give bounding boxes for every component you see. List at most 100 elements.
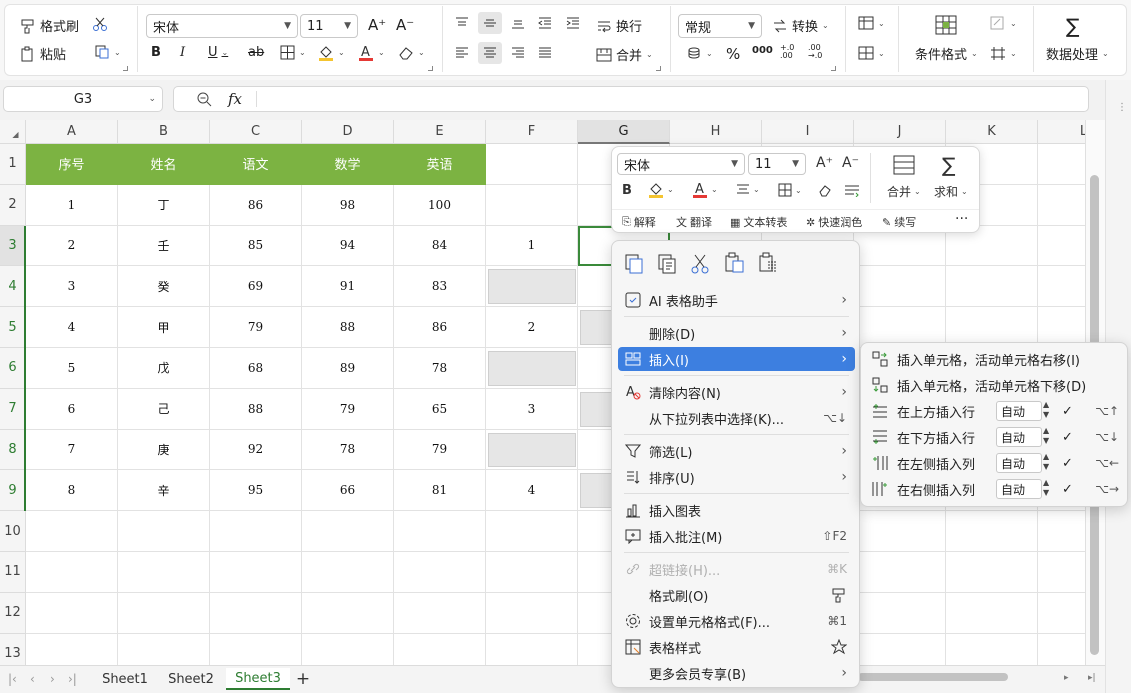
cell-f7[interactable]: 3 xyxy=(486,388,578,430)
gray-placeholder-box[interactable] xyxy=(488,351,576,386)
text-to-table-button[interactable]: ▦ 文本转表 xyxy=(730,214,787,230)
font-expand-icon[interactable] xyxy=(428,66,433,71)
cell[interactable] xyxy=(1038,144,1085,185)
italic-button[interactable]: I xyxy=(180,45,185,60)
quick-polish-button[interactable]: ✲ 快速润色 xyxy=(806,214,862,230)
cell[interactable] xyxy=(210,552,302,593)
cell[interactable] xyxy=(1038,185,1085,226)
cell[interactable] xyxy=(302,552,394,593)
mini-font-name-select[interactable]: 宋体 ▼ xyxy=(617,153,745,175)
col-right-confirm-button[interactable]: ✓ xyxy=(1062,482,1073,497)
row-header-8[interactable]: 8 xyxy=(0,429,26,471)
continue-write-button[interactable]: ✎ 续写 xyxy=(882,214,916,230)
col-right-stepper[interactable]: ▲ ▼ xyxy=(1043,478,1049,498)
row-header-7[interactable]: 7 xyxy=(0,388,26,430)
cell[interactable] xyxy=(210,511,302,552)
merge-button[interactable]: 合并 ⌄ xyxy=(596,45,653,64)
menu-item-sort[interactable]: 排序(U) › xyxy=(618,465,855,489)
align-middle-button[interactable] xyxy=(478,12,502,34)
table-cell[interactable]: 4 xyxy=(26,307,118,348)
menu-item-insert-comment[interactable]: 插入批注(M) ⇧F2 xyxy=(618,524,855,548)
decrease-indent-button[interactable] xyxy=(537,16,553,30)
mini-increase-font-button[interactable]: A⁺ xyxy=(816,155,833,171)
table-cell[interactable]: 91 xyxy=(302,266,394,308)
table-cell[interactable]: 81 xyxy=(394,470,486,512)
sheet-tab-sheet3[interactable]: Sheet3 xyxy=(226,668,290,690)
table-cell[interactable]: 86 xyxy=(394,307,486,348)
thousands-button[interactable]: 000 xyxy=(752,45,773,56)
row-header-6[interactable]: 6 xyxy=(0,348,26,389)
zoom-icon[interactable] xyxy=(196,91,212,107)
cell[interactable] xyxy=(394,511,486,552)
cell[interactable] xyxy=(26,592,118,634)
first-sheet-icon[interactable]: |‹ xyxy=(8,672,17,686)
mini-fill-color-button[interactable]: ⌄ xyxy=(648,181,674,198)
row-below-count-input[interactable]: 自动 xyxy=(996,427,1042,447)
worksheet-button[interactable]: ⌄ xyxy=(858,46,885,60)
menu-item-format-painter[interactable]: 格式刷(O) xyxy=(618,583,855,607)
row-above-stepper[interactable]: ▲ ▼ xyxy=(1043,400,1049,420)
table-cell[interactable]: 79 xyxy=(210,307,302,348)
col-left-confirm-button[interactable]: ✓ xyxy=(1062,456,1073,471)
table-cell[interactable]: 88 xyxy=(210,388,302,430)
row-header-1[interactable]: 1 xyxy=(0,144,26,185)
table-cell[interactable]: 65 xyxy=(394,388,486,430)
data-process-button[interactable]: 数据处理 ⌄ xyxy=(1046,44,1109,63)
submenu-shift-down[interactable]: 插入单元格，活动单元格下移(D) xyxy=(867,373,1123,397)
cell[interactable] xyxy=(946,633,1038,665)
cell[interactable] xyxy=(302,633,394,665)
table-cell[interactable]: 戊 xyxy=(118,348,210,389)
cell[interactable] xyxy=(854,266,946,308)
wrap-text-button[interactable]: 换行 xyxy=(596,16,642,35)
column-header-f[interactable]: F xyxy=(486,120,578,144)
row-header-2[interactable]: 2 xyxy=(0,184,26,226)
cell[interactable] xyxy=(486,184,578,226)
cell[interactable] xyxy=(486,592,578,634)
menu-item-filter[interactable]: 筛选(L) › xyxy=(618,439,855,463)
conditional-format-icon-wrap[interactable] xyxy=(935,15,957,35)
column-header-g[interactable]: G xyxy=(578,120,670,144)
table-cell[interactable]: 7 xyxy=(26,429,118,471)
row-above-confirm-button[interactable]: ✓ xyxy=(1062,404,1073,419)
table-header-cell[interactable]: 序号 xyxy=(26,144,118,185)
row-header-13[interactable]: 13 xyxy=(0,633,26,665)
align-center-button[interactable] xyxy=(478,42,502,64)
col-left-count-input[interactable]: 自动 xyxy=(996,453,1042,473)
column-header-e[interactable]: E xyxy=(394,120,486,144)
cell[interactable] xyxy=(118,633,210,665)
mini-font-size-select[interactable]: 11 ▼ xyxy=(748,153,806,175)
mini-font-color-button[interactable]: A ⌄ xyxy=(692,181,718,198)
cell[interactable] xyxy=(946,266,1038,308)
cell-f5[interactable]: 2 xyxy=(486,307,578,348)
scroll-end-icon[interactable]: ▸| xyxy=(1088,673,1096,683)
currency-button[interactable]: ⌄ xyxy=(686,46,713,60)
row-col-button[interactable]: ⌄ xyxy=(858,16,885,30)
mini-sum-button[interactable]: 求和 ⌄ xyxy=(934,183,968,200)
cell[interactable] xyxy=(946,552,1038,593)
table-cell[interactable]: 壬 xyxy=(118,225,210,267)
cell[interactable] xyxy=(118,552,210,593)
row-header-4[interactable]: 4 xyxy=(0,266,26,308)
table-header-cell[interactable]: 数学 xyxy=(302,144,394,185)
align-top-button[interactable] xyxy=(454,16,470,30)
table-style-button[interactable]: ⌄ xyxy=(990,16,1017,30)
cell[interactable] xyxy=(1038,266,1085,308)
cell[interactable] xyxy=(26,552,118,593)
mini-align-button[interactable]: ⌄ xyxy=(736,183,760,195)
increase-indent-button[interactable] xyxy=(565,16,581,30)
table-cell[interactable]: 8 xyxy=(26,470,118,512)
menu-item-insert[interactable]: 插入(I) › xyxy=(618,347,855,371)
mini-merge-button[interactable]: 合并 ⌄ xyxy=(887,183,921,200)
ai-explain-button[interactable]: ⎘ 解释 xyxy=(622,214,656,230)
table-cell[interactable]: 98 xyxy=(302,184,394,226)
last-sheet-icon[interactable]: ›| xyxy=(68,672,77,686)
cut-button[interactable] xyxy=(92,16,108,32)
col-right-count-input[interactable]: 自动 xyxy=(996,479,1042,499)
row-header-12[interactable]: 12 xyxy=(0,592,26,634)
table-cell[interactable]: 68 xyxy=(210,348,302,389)
cell-style-button[interactable]: ⌄ xyxy=(990,46,1017,60)
cell[interactable] xyxy=(946,511,1038,552)
table-header-cell[interactable]: 姓名 xyxy=(118,144,210,185)
cell[interactable] xyxy=(394,592,486,634)
increase-decimal-button[interactable]: +.0 .00 xyxy=(780,44,802,60)
